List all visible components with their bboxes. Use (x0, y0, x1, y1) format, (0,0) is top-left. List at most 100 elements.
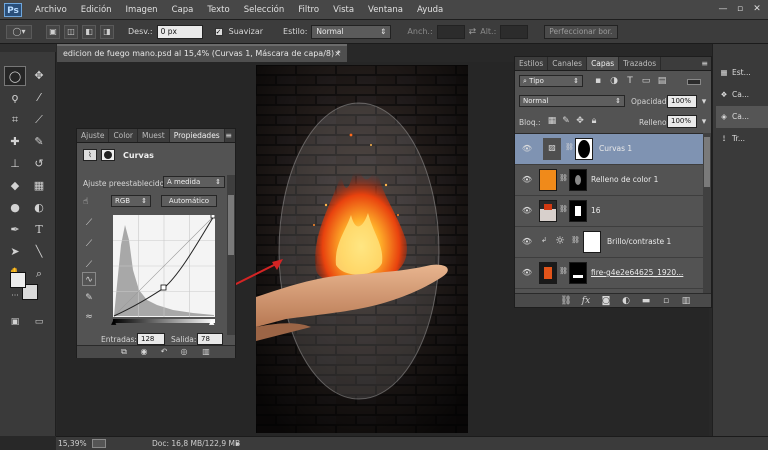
curves-graph[interactable] (113, 215, 215, 317)
white-slider-icon[interactable]: ▲ (209, 318, 214, 326)
brush-tool-icon[interactable]: ✎ (28, 132, 50, 152)
filter-pixel-icon[interactable]: ▪ (591, 74, 605, 88)
smooth-curve-icon[interactable]: ≈ (82, 310, 96, 324)
estilo-select[interactable]: Normal ⇕ (311, 24, 392, 39)
target-adjustment-icon[interactable]: ☝ (83, 197, 88, 207)
pen-tool-icon[interactable]: ✒ (4, 220, 26, 240)
link-layers-icon[interactable]: ⛓︎ (559, 294, 573, 308)
menu-ayuda[interactable]: Ayuda (410, 5, 450, 15)
auto-button[interactable]: Automático (161, 195, 217, 207)
layers-menu-icon[interactable]: ≡ (701, 57, 711, 70)
delete-adjustment-icon[interactable]: ▥ (199, 346, 213, 358)
layer-mask-thumbnail[interactable] (569, 262, 587, 284)
add-mask-icon[interactable]: ◙ (599, 294, 613, 308)
doc-size-info[interactable]: Doc: 16,8 MB/122,9 MB (152, 437, 240, 450)
swap-dimensions-icon[interactable]: ⇄ (469, 27, 477, 37)
blur-tool-icon[interactable]: ● (4, 198, 26, 218)
clone-stamp-tool-icon[interactable]: ⊥ (4, 154, 26, 174)
tab-capas[interactable]: Capas (587, 57, 620, 70)
type-tool-icon[interactable]: T (28, 220, 50, 240)
menu-archivo[interactable]: Archivo (28, 5, 74, 15)
subtract-selection-icon[interactable]: ◧ (82, 24, 96, 39)
menu-seleccion[interactable]: Selección (237, 5, 292, 15)
tab-ajustes[interactable]: Ajuste (77, 129, 110, 142)
dock-estilos[interactable]: ▦ Est... (716, 62, 768, 84)
status-preview-icon[interactable] (92, 439, 106, 448)
layer-row-brillo[interactable]: 👁︎ ↲ ☼ ⛓︎ Brillo/contraste 1 (515, 227, 711, 258)
blend-mode-select[interactable]: Normal ⇕ (519, 95, 625, 107)
document-tab[interactable]: edicion de fuego mano.psd al 15,4% (Curv… (57, 44, 347, 62)
properties-scrollbar[interactable] (227, 175, 235, 335)
input-value-field[interactable]: 128 (137, 333, 165, 345)
layer-row-16[interactable]: 👁︎ ⛓︎ 16 (515, 196, 711, 227)
dock-trazados[interactable]: ⟟ Tr... (716, 128, 768, 150)
lock-all-icon[interactable]: 🔒︎ (587, 114, 601, 128)
history-brush-tool-icon[interactable]: ↺ (28, 154, 50, 174)
visibility-eye-icon[interactable]: 👁︎ (521, 206, 533, 216)
opacity-input[interactable]: 100% (667, 95, 697, 108)
dock-canales[interactable]: ❖ Ca... (716, 84, 768, 106)
opacity-dropdown-icon[interactable]: ▾ (697, 95, 711, 109)
layer-mask-thumbnail[interactable] (569, 169, 587, 191)
filter-smart-icon[interactable]: ▤ (655, 74, 669, 88)
lock-position-icon[interactable]: ✥ (573, 114, 587, 128)
reset-icon[interactable]: ↶ (157, 346, 171, 358)
sample-white-point-icon[interactable]: ⟋ (82, 258, 96, 272)
sample-gray-point-icon[interactable]: ⟋ (82, 237, 96, 251)
magic-wand-tool-icon[interactable]: ⁄ (28, 88, 50, 108)
layer-style-icon[interactable]: fx (579, 294, 593, 308)
layer-mask-icon[interactable] (101, 149, 115, 161)
minimize-button[interactable]: — (716, 3, 730, 16)
layers-scrollbar[interactable] (703, 133, 711, 293)
draw-curve-icon[interactable]: ✎ (82, 291, 96, 305)
filter-shape-icon[interactable]: ▭ (639, 74, 653, 88)
new-group-icon[interactable]: ▬ (639, 294, 653, 308)
foreground-color-swatch[interactable] (10, 272, 26, 288)
clip-to-layer-icon[interactable]: ⧉ (117, 346, 131, 358)
ellipse-marquee-preset-icon[interactable]: ◯▾ (6, 24, 32, 39)
close-window-button[interactable]: ✕ (750, 3, 764, 16)
output-value-field[interactable]: 78 (197, 333, 223, 345)
preset-select[interactable]: A medida ⇕ (163, 176, 225, 188)
tab-trazados[interactable]: Trazados (619, 57, 662, 70)
menu-filtro[interactable]: Filtro (291, 5, 326, 15)
fill-dropdown-icon[interactable]: ▾ (697, 115, 711, 129)
visibility-icon[interactable]: ◎ (177, 346, 191, 358)
quick-mask-icon[interactable]: ▣ (4, 312, 26, 332)
menu-edicion[interactable]: Edición (74, 5, 119, 15)
close-document-icon[interactable]: × (334, 46, 341, 62)
suavizar-checkbox[interactable]: ✓ (214, 27, 223, 36)
zoom-level[interactable]: 15,39% (58, 437, 87, 450)
layer-row-relleno[interactable]: 👁︎ ⛓︎ Relleno de color 1 (515, 165, 711, 196)
layer-row-curvas[interactable]: 👁︎ ▨ ⛓︎ Curvas 1 (515, 134, 711, 165)
gradient-tool-icon[interactable]: ▦ (28, 176, 50, 196)
lock-pixels-icon[interactable]: ✎ (559, 114, 573, 128)
view-previous-icon[interactable]: ◉ (137, 346, 151, 358)
alt-input[interactable] (500, 24, 529, 39)
lock-transparent-icon[interactable]: ▦ (545, 114, 559, 128)
layer-row-fire[interactable]: 👁︎ ⛓︎ fire-g4e2e64625_1920... (515, 258, 711, 289)
document-canvas-image[interactable] (256, 65, 468, 433)
filter-toggle[interactable] (687, 79, 701, 85)
intersect-selection-icon[interactable]: ◨ (100, 24, 114, 39)
menu-texto[interactable]: Texto (200, 5, 236, 15)
filter-type-icon[interactable]: T (623, 74, 637, 88)
channel-select[interactable]: RGB ⇕ (111, 195, 151, 207)
layer-mask-thumbnail[interactable] (575, 138, 593, 160)
visibility-eye-icon[interactable]: 👁︎ (521, 268, 533, 278)
line-tool-icon[interactable]: ╲ (28, 242, 50, 262)
anch-input[interactable] (436, 24, 465, 39)
visibility-eye-icon[interactable]: 👁︎ (521, 144, 533, 154)
layer-kind-filter[interactable]: ⌕ Tipo ⇕ (519, 75, 583, 87)
status-menu-arrow-icon[interactable]: ▸ (236, 437, 240, 450)
layer-mask-thumbnail[interactable] (583, 231, 601, 253)
dock-capas[interactable]: ◈ Ca... (716, 106, 768, 128)
curve-edit-points-icon[interactable]: ∿ (82, 272, 96, 286)
ellipse-marquee-tool-icon[interactable]: ◯ (4, 66, 26, 86)
visibility-eye-icon[interactable]: 👁︎ (521, 237, 533, 247)
black-slider-icon[interactable]: ▲ (111, 318, 116, 326)
filter-adjustment-icon[interactable]: ◑ (607, 74, 621, 88)
healing-brush-tool-icon[interactable]: ✚ (4, 132, 26, 152)
menu-ventana[interactable]: Ventana (361, 5, 410, 15)
path-selection-tool-icon[interactable]: ➤ (4, 242, 26, 262)
